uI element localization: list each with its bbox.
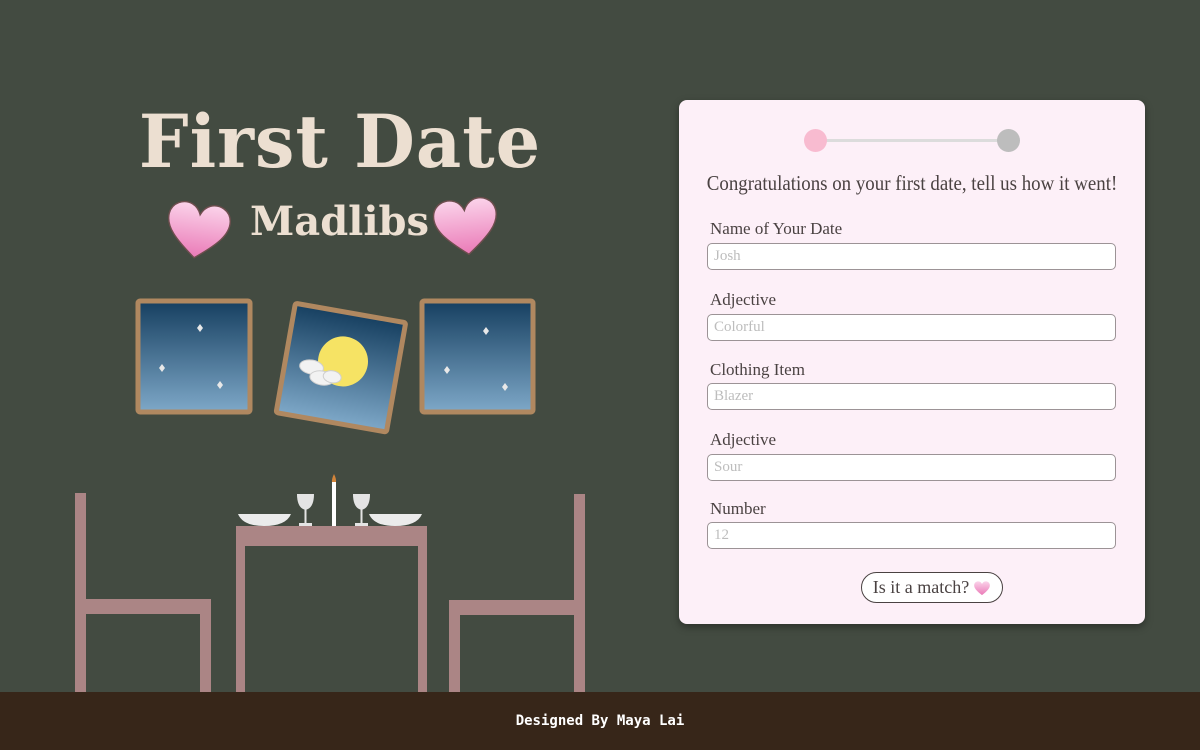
- clothing-item-input[interactable]: [707, 383, 1116, 410]
- adjective-1-label: Adjective: [710, 290, 777, 309]
- match-button-label: Is it a match?: [872, 577, 970, 597]
- clothing-item-label: Clothing Item: [710, 360, 805, 379]
- progress-track: [826, 139, 1010, 142]
- dining-table: [236, 526, 427, 693]
- window-moon: [273, 301, 408, 435]
- window-left: [135, 298, 253, 415]
- date-name-input[interactable]: [707, 243, 1116, 270]
- date-name-label: Name of Your Date: [710, 219, 843, 238]
- chair-right: [449, 494, 585, 693]
- wine-glass-right: [353, 494, 370, 526]
- dinner-scene-illustration: [75, 298, 585, 693]
- heart-icon: [974, 580, 991, 595]
- plate-right: [369, 514, 422, 526]
- footer-credit: Designed By Maya Lai: [515, 713, 685, 729]
- adjective-2-input[interactable]: [707, 454, 1116, 481]
- number-label: Number: [710, 499, 766, 518]
- candle: [331, 474, 337, 526]
- window-right: [419, 298, 536, 415]
- chair-left: [75, 493, 211, 693]
- adjective-2-label: Adjective: [710, 430, 777, 449]
- wine-glass-left: [297, 494, 314, 526]
- is-it-a-match-button[interactable]: Is it a match?: [861, 572, 1003, 603]
- footer: Designed By Maya Lai: [0, 692, 1200, 750]
- progress-step-1-active: [804, 129, 827, 152]
- number-input[interactable]: [707, 522, 1116, 549]
- form-headline: Congratulations on your first date, tell…: [706, 171, 1118, 195]
- progress-step-2: [997, 129, 1020, 152]
- plate-left: [238, 514, 291, 526]
- adjective-1-input[interactable]: [707, 314, 1116, 341]
